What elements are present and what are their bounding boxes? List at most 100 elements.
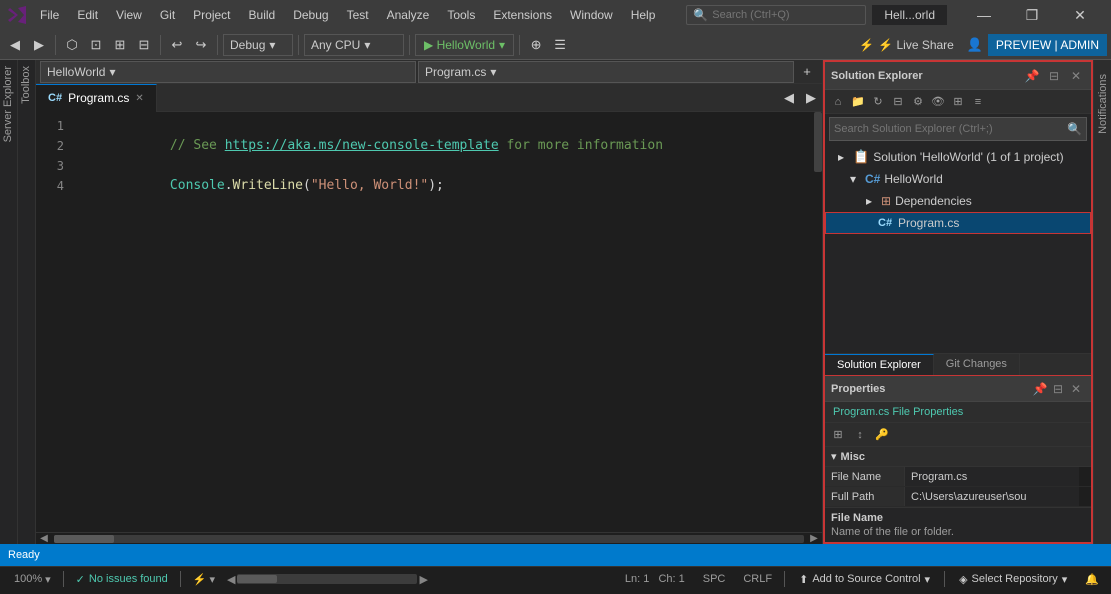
properties-subtitle: Program.cs File Properties bbox=[825, 402, 1091, 423]
error-indicator[interactable]: ✓ No issues found bbox=[70, 571, 174, 588]
toolbar-btn1[interactable]: ⬡ bbox=[61, 34, 83, 56]
maximize-button[interactable]: ❐ bbox=[1009, 0, 1055, 30]
spaces-indicator[interactable]: SPC bbox=[697, 571, 732, 587]
live-share-button[interactable]: ⚡ ⚡ Live Share bbox=[851, 35, 962, 55]
main-toolbar: ◀ ▶ ⬡ ⊡ ⊞ ⊟ ↩ ↪ Debug ▾ Any CPU ▾ ▶ Hell… bbox=[0, 30, 1111, 60]
tree-helloworld[interactable]: ▾ C# HelloWorld bbox=[825, 168, 1091, 190]
back-button[interactable]: ◀ bbox=[4, 34, 26, 56]
source-control-icon: ⬆ bbox=[799, 573, 808, 586]
prop-grid-btn[interactable]: ⊞ bbox=[829, 426, 847, 444]
menu-project[interactable]: Project bbox=[185, 5, 238, 25]
menu-analyze[interactable]: Analyze bbox=[379, 5, 438, 25]
attach-button[interactable]: ⊕ bbox=[525, 34, 547, 56]
sol-settings-btn[interactable]: ≡ bbox=[969, 93, 987, 111]
minimize-button[interactable]: — bbox=[961, 0, 1007, 30]
menu-view[interactable]: View bbox=[108, 5, 150, 25]
sol-collapse-btn[interactable]: ⊟ bbox=[889, 93, 907, 111]
run-button[interactable]: ▶ HelloWorld ▾ bbox=[415, 34, 514, 56]
menu-tools[interactable]: Tools bbox=[439, 5, 483, 25]
tree-dependencies[interactable]: ▸ ⊞ Dependencies bbox=[825, 190, 1091, 212]
solution-search-bar[interactable]: 🔍 bbox=[829, 117, 1087, 141]
sol-refresh-btn[interactable]: ↻ bbox=[869, 93, 887, 111]
prop-scroll2 bbox=[1079, 487, 1091, 506]
undo-button[interactable]: ↩ bbox=[166, 34, 188, 56]
hscroll-left[interactable]: ◀ bbox=[36, 533, 52, 544]
toolbar-btn4[interactable]: ⊟ bbox=[133, 34, 155, 56]
action-btn[interactable]: ⚡ ▾ bbox=[187, 571, 221, 588]
prop-key-btn[interactable]: 🔑 bbox=[873, 426, 891, 444]
profiler-button[interactable]: ☰ bbox=[549, 34, 571, 56]
editor-tab-bar: C# Program.cs ✕ ◀ ▶ bbox=[36, 84, 822, 112]
sol-show-all-btn[interactable]: 👁 bbox=[929, 93, 947, 111]
editor-scroll-left[interactable]: ◀ bbox=[778, 87, 800, 109]
debug-config-dropdown[interactable]: Debug ▾ bbox=[223, 34, 293, 56]
prop-dock-btn[interactable]: ⊟ bbox=[1049, 380, 1067, 398]
title-bar: File Edit View Git Project Build Debug T… bbox=[0, 0, 1111, 30]
line-ending-indicator[interactable]: CRLF bbox=[737, 571, 778, 587]
menu-debug[interactable]: Debug bbox=[285, 5, 336, 25]
editor-scrollbar[interactable] bbox=[810, 112, 822, 532]
tab-program-cs[interactable]: C# Program.cs ✕ bbox=[36, 84, 157, 112]
window-controls: — ❐ ✕ bbox=[961, 0, 1103, 30]
sol-filter-btn[interactable]: ⊞ bbox=[949, 93, 967, 111]
hscroll-right[interactable]: ▶ bbox=[806, 533, 822, 544]
notifications-tab[interactable]: Notifications bbox=[1093, 60, 1111, 544]
tree-program-cs[interactable]: C# Program.cs bbox=[825, 212, 1091, 234]
zoom-control[interactable]: 100% ▾ bbox=[8, 571, 57, 588]
sol-home-btn[interactable]: ⌂ bbox=[829, 93, 847, 111]
menu-help[interactable]: Help bbox=[623, 5, 664, 25]
sol-folder-btn[interactable]: 📁 bbox=[849, 93, 867, 111]
solution-search-input[interactable] bbox=[834, 123, 1063, 135]
server-explorer-label[interactable]: Server Explorer bbox=[0, 60, 17, 148]
add-file-button[interactable]: + bbox=[796, 61, 818, 83]
tab-solution-explorer[interactable]: Solution Explorer bbox=[825, 354, 934, 375]
toolbar-btn3[interactable]: ⊞ bbox=[109, 34, 131, 56]
notification-bell[interactable]: 🔔 bbox=[1081, 571, 1103, 588]
bottom-sep3 bbox=[784, 571, 785, 587]
menu-test[interactable]: Test bbox=[339, 5, 377, 25]
tree-solution[interactable]: ▸ 📋 Solution 'HelloWorld' (1 of 1 projec… bbox=[825, 146, 1091, 168]
close-button[interactable]: ✕ bbox=[1057, 0, 1103, 30]
h-scrollbar-track[interactable] bbox=[237, 574, 417, 584]
tab-git-changes[interactable]: Git Changes bbox=[934, 354, 1020, 375]
prop-sort-btn[interactable]: ↕ bbox=[851, 426, 869, 444]
select-repository-button[interactable]: ◈ Select Repository ▾ bbox=[951, 570, 1075, 589]
menu-git[interactable]: Git bbox=[152, 5, 183, 25]
main-content: Server Explorer Toolbox HelloWorld ▾ Pro… bbox=[0, 60, 1111, 544]
tab-close-icon[interactable]: ✕ bbox=[135, 93, 143, 104]
sol-props-btn[interactable]: ⚙ bbox=[909, 93, 927, 111]
forward-button[interactable]: ▶ bbox=[28, 34, 50, 56]
menu-extensions[interactable]: Extensions bbox=[485, 5, 560, 25]
toolbar-btn2[interactable]: ⊡ bbox=[85, 34, 107, 56]
menu-file[interactable]: File bbox=[32, 5, 67, 25]
platform-dropdown[interactable]: Any CPU ▾ bbox=[304, 34, 404, 56]
editor-scroll-right[interactable]: ▶ bbox=[800, 87, 822, 109]
menu-edit[interactable]: Edit bbox=[69, 5, 106, 25]
search-icon: 🔍 bbox=[1067, 122, 1082, 136]
hscroll-track[interactable] bbox=[54, 535, 804, 543]
prop-pin-btn[interactable]: 📌 bbox=[1031, 380, 1049, 398]
search-input[interactable] bbox=[712, 9, 842, 21]
line-col-indicator[interactable]: Ln: 1 Ch: 1 bbox=[619, 571, 691, 587]
dock-button[interactable]: ⊟ bbox=[1045, 67, 1063, 85]
add-to-source-control-button[interactable]: ⬆ Add to Source Control ▾ bbox=[791, 570, 938, 589]
server-explorer-tab[interactable]: Server Explorer bbox=[0, 60, 18, 544]
user-icon[interactable]: 👤 bbox=[964, 34, 986, 56]
code-editor[interactable]: 1 // See https://aka.ms/new-console-temp… bbox=[36, 112, 810, 532]
pin-button[interactable]: 📌 bbox=[1023, 67, 1041, 85]
global-search[interactable]: 🔍 bbox=[686, 5, 866, 25]
toolbox-tab[interactable]: Toolbox bbox=[18, 60, 36, 544]
notifications-label[interactable]: Notifications bbox=[1095, 68, 1111, 140]
preview-admin-button[interactable]: PREVIEW | ADMIN bbox=[988, 34, 1107, 56]
member-dropdown[interactable]: Program.cs ▾ bbox=[418, 61, 794, 83]
close-panel-button[interactable]: ✕ bbox=[1067, 67, 1085, 85]
properties-panel: Properties 📌 ⊟ ✕ Program.cs File Propert… bbox=[823, 375, 1093, 544]
solution-tree: ▸ 📋 Solution 'HelloWorld' (1 of 1 projec… bbox=[825, 144, 1091, 353]
prop-close-btn[interactable]: ✕ bbox=[1067, 380, 1085, 398]
toolbox-label[interactable]: Toolbox bbox=[18, 60, 35, 110]
menu-window[interactable]: Window bbox=[562, 5, 621, 25]
menu-build[interactable]: Build bbox=[241, 5, 284, 25]
prop-fullpath-label: Full Path bbox=[825, 487, 905, 506]
file-scope-dropdown[interactable]: HelloWorld ▾ bbox=[40, 61, 416, 83]
redo-button[interactable]: ↪ bbox=[190, 34, 212, 56]
